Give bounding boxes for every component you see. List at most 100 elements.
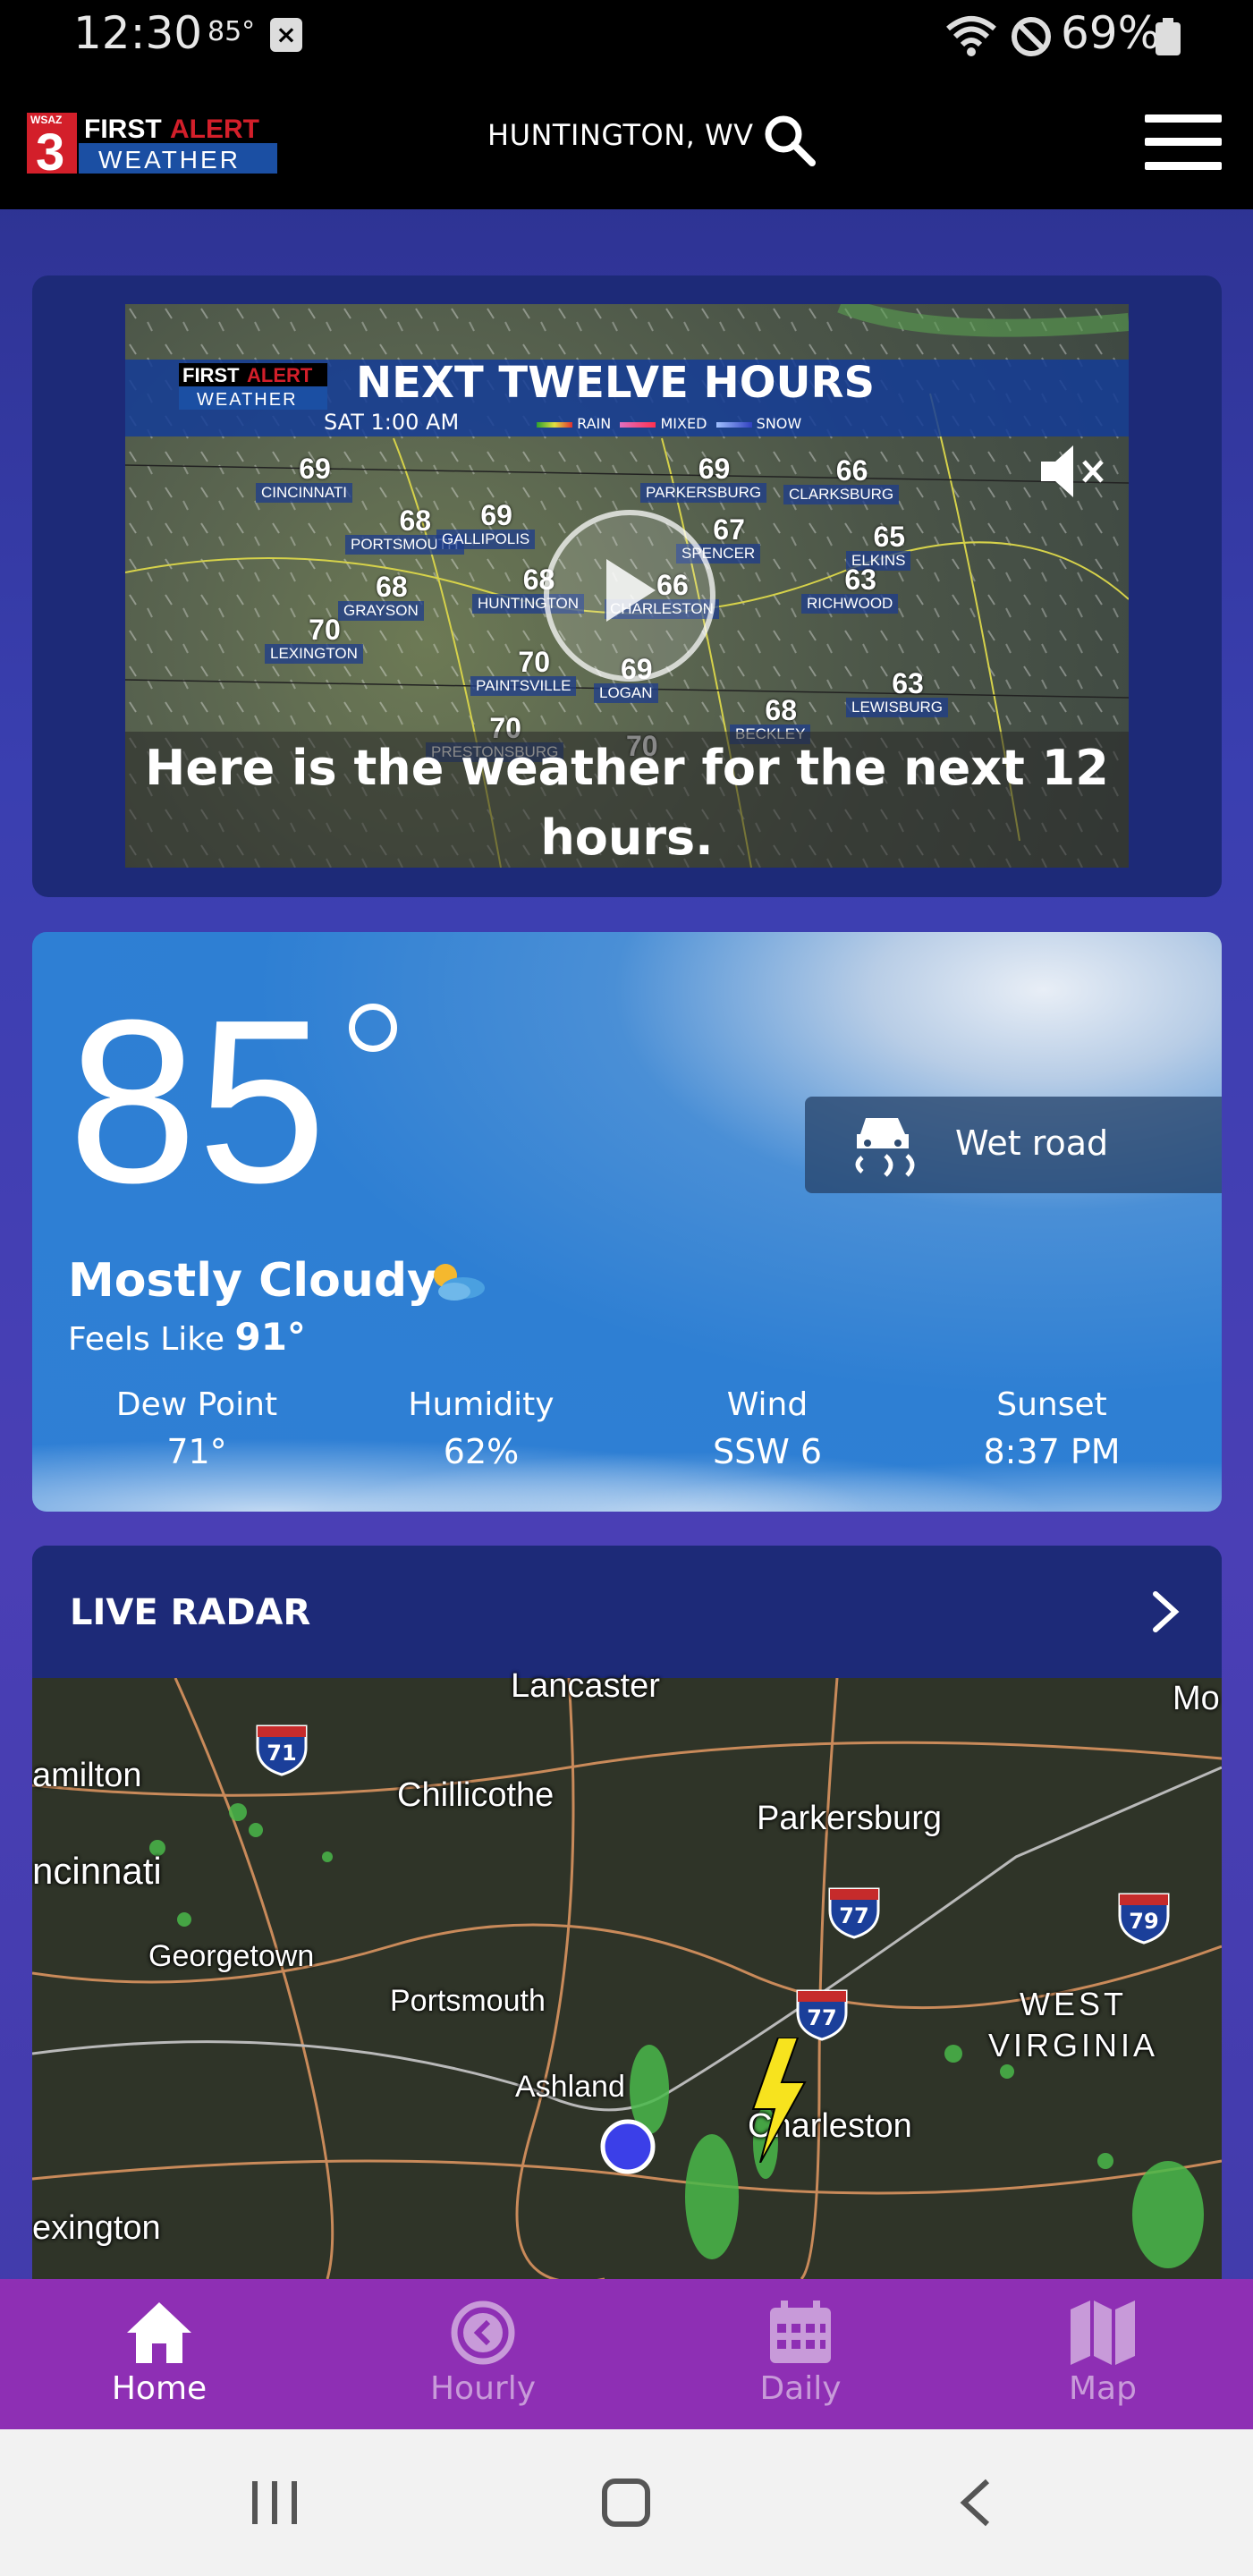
radar-map-roads <box>32 1678 1222 2279</box>
search-icon[interactable] <box>762 113 816 166</box>
recent-apps-icon[interactable] <box>250 2479 299 2526</box>
stat-label: Dew Point <box>115 1386 278 1423</box>
nav-label: Home <box>111 2370 207 2407</box>
map-place-portsmouth: Portsmouth <box>390 1984 546 2018</box>
current-conditions-card[interactable]: 85 Wet road Mostly Cloudy Feels Like 91°… <box>32 932 1222 1512</box>
nav-label: Daily <box>759 2370 842 2407</box>
nav-home[interactable]: Home <box>25 2279 293 2429</box>
stat-wind: Wind SSW 6 <box>624 1386 910 1471</box>
app-header: WSAZ 3 FIRST ALERT WEATHER HUNTINGTON, W… <box>0 73 1253 209</box>
map-place-parkersburg: Parkersburg <box>757 1800 942 1837</box>
map-point-city: PAINTSVILLE <box>470 676 577 696</box>
stat-value: 71° <box>166 1432 227 1471</box>
map-point-city: RICHWOOD <box>801 594 899 614</box>
hamburger-menu-icon[interactable] <box>1145 114 1222 170</box>
system-nav-bar <box>0 2429 1253 2576</box>
partly-cloudy-icon <box>434 1264 485 1301</box>
slippery-car-icon <box>855 1118 915 1177</box>
home-button-icon[interactable] <box>601 2478 651 2528</box>
current-temperature: 85 <box>68 972 327 1232</box>
wifi-icon <box>946 16 996 56</box>
my-location-dot[interactable] <box>599 2118 656 2175</box>
chevron-right-icon[interactable] <box>1138 1585 1191 1639</box>
map-place-mo: Mo <box>1173 1680 1220 1717</box>
nav-label: Hourly <box>429 2370 537 2407</box>
map-place-cincinnati: ncinnati <box>32 1850 162 1892</box>
degree-symbol <box>349 1004 397 1052</box>
live-radar-card[interactable]: LIVE RADAR Lancaster Mo amilton Chillico… <box>32 1546 1222 2279</box>
map-place-west-virginia: WEST VIRGINIA <box>987 1986 1159 2063</box>
map-point: 69 PARKERSBURG <box>640 453 767 503</box>
back-icon[interactable] <box>957 2478 993 2528</box>
map-place-hamilton: amilton <box>32 1757 142 1794</box>
road-condition-badge[interactable]: Wet road <box>805 1097 1222 1193</box>
logo-alert: ALERT <box>170 114 259 144</box>
nav-hourly[interactable]: Hourly <box>349 2279 617 2429</box>
map-point: 63 RICHWOOD <box>801 564 899 614</box>
map-point-temp: 65 <box>873 521 906 553</box>
radar-map[interactable]: Lancaster Mo amilton Chillicothe Parkers… <box>32 1667 1222 2279</box>
interstate-77-shield: 77 <box>794 1986 850 2045</box>
map-point: 70 LEXINGTON <box>265 614 363 664</box>
do-not-disturb-icon <box>1012 17 1051 56</box>
map-point: 66 CLARKSBURG <box>783 454 900 504</box>
radar-title: LIVE RADAR <box>70 1592 311 1633</box>
map-place-ashland: Ashland <box>515 2070 625 2104</box>
stat-humidity: Humidity 62% <box>338 1386 624 1471</box>
stat-label: Wind <box>726 1386 809 1423</box>
battery-icon <box>1156 18 1181 55</box>
play-icon <box>606 559 656 622</box>
stat-sunset: Sunset 8:37 PM <box>909 1386 1195 1471</box>
map-point-city: GALLIPOLIS <box>436 530 536 549</box>
map-point-temp: 63 <box>844 564 876 596</box>
interstate-77-shield: 77 <box>826 1884 882 1943</box>
map-point-temp: 63 <box>892 667 924 699</box>
map-point-temp: 68 <box>376 571 408 603</box>
first-alert-weather-logo[interactable]: WSAZ 3 FIRST ALERT WEATHER <box>27 113 277 174</box>
play-button[interactable] <box>544 510 715 682</box>
logo-weather: WEATHER <box>98 146 241 174</box>
map-point-city: LEXINGTON <box>265 644 363 664</box>
map-point-temp: 66 <box>835 454 868 487</box>
clock-back-icon <box>451 2301 515 2365</box>
map-point-city: LEWISBURG <box>846 698 949 717</box>
lightning-icon <box>751 2038 807 2163</box>
notification-icon: × <box>270 18 302 52</box>
forecast-video[interactable]: FIRST ALERT WEATHER NEXT TWELVE HOURS SA… <box>125 304 1129 868</box>
road-condition-text: Wet road <box>955 1123 1109 1163</box>
video-caption: Here is the weather for the next 12 hour… <box>145 740 1109 866</box>
interstate-79-shield: 79 <box>1116 1889 1172 1948</box>
map-point-temp: 69 <box>698 453 731 485</box>
radar-header[interactable]: LIVE RADAR <box>32 1546 1222 1678</box>
stat-value: 62% <box>443 1432 520 1471</box>
map-place-lexington: exington <box>32 2209 161 2247</box>
stat-dew-point: Dew Point 71° <box>54 1386 340 1471</box>
stat-value: 8:37 PM <box>983 1432 1121 1471</box>
map-point: 67 SPENCER <box>676 513 761 564</box>
location-label[interactable]: HUNTINGTON, WV <box>487 118 754 152</box>
feels-like-label: Feels Like <box>68 1321 225 1358</box>
map-point-temp: 69 <box>299 453 331 485</box>
feels-like-value: 91° <box>234 1315 306 1359</box>
map-point: 69 CINCINNATI <box>256 453 353 503</box>
map-point: 68 GRAYSON <box>338 571 424 621</box>
map-point: 69 GALLIPOLIS <box>436 501 536 549</box>
bottom-nav: Home Hourly Daily Map <box>0 2279 1253 2429</box>
stat-label: Sunset <box>996 1386 1107 1423</box>
nav-map[interactable]: Map <box>969 2279 1237 2429</box>
map-place-georgetown: Georgetown <box>148 1939 315 1973</box>
battery-percent: 69% <box>1061 7 1161 59</box>
feels-like: Feels Like 91° <box>68 1315 306 1359</box>
calendar-icon <box>770 2301 831 2363</box>
map-place-chillicothe: Chillicothe <box>397 1776 555 1814</box>
map-icon <box>1071 2301 1135 2365</box>
map-point-temp: 67 <box>713 513 745 546</box>
map-point-temp: 70 <box>309 614 341 646</box>
mute-icon[interactable] <box>1037 440 1109 503</box>
map-point-city: LOGAN <box>594 683 658 703</box>
stat-value: SSW 6 <box>712 1432 823 1471</box>
nav-daily[interactable]: Daily <box>666 2279 935 2429</box>
nav-label: Map <box>1069 2370 1137 2407</box>
logo-first: FIRST <box>84 114 162 144</box>
status-bar: 12:30 85° × 69% <box>0 0 1253 73</box>
